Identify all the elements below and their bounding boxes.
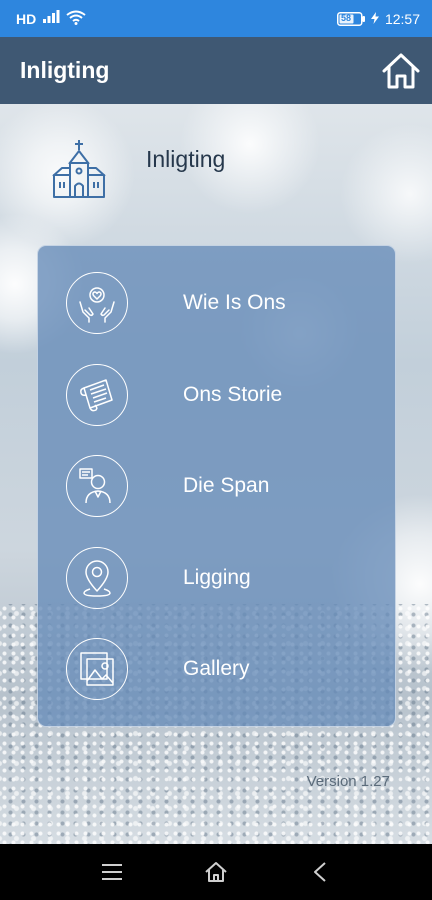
section-title: Inligting	[146, 146, 226, 172]
network-type-label: HD	[16, 10, 37, 27]
section-header: Inligting	[50, 138, 225, 205]
system-home-button[interactable]	[196, 852, 236, 892]
status-right: 58 12:57	[336, 10, 420, 27]
menu-item-label: Ligging	[183, 566, 251, 589]
menu-item-gallery[interactable]: Gallery	[38, 629, 395, 709]
hands-heart-icon	[66, 272, 128, 334]
menu-item-label: Gallery	[183, 657, 250, 680]
status-left: HD	[16, 10, 86, 28]
menu-item-wie-is-ons[interactable]: Wie Is Ons	[38, 263, 395, 343]
menu-item-label: Ons Storie	[183, 383, 283, 406]
clock: 12:57	[384, 10, 420, 27]
home-button[interactable]	[378, 48, 424, 94]
system-home-icon	[205, 862, 227, 882]
navigation-bar	[0, 844, 432, 900]
menu-item-ons-storie[interactable]: Ons Storie	[38, 355, 395, 435]
battery-icon: 58	[336, 11, 365, 26]
church-icon	[50, 138, 108, 205]
wifi-icon	[66, 10, 86, 28]
back-button[interactable]	[300, 852, 340, 892]
app-title: Inligting	[20, 57, 110, 83]
app-bar: Inligting	[0, 37, 432, 104]
menu-item-label: Wie Is Ons	[183, 291, 286, 314]
gallery-icon	[66, 638, 128, 700]
menu-card: Wie Is Ons Ons Storie Die Span Ligging G…	[37, 245, 396, 727]
recent-apps-button[interactable]	[92, 852, 132, 892]
scroll-icon	[66, 364, 128, 426]
back-arrow-icon	[314, 862, 326, 882]
menu-item-die-span[interactable]: Die Span	[38, 446, 395, 526]
screen: HD 58 12:57 Inligting Inligting Wie Is O…	[0, 0, 432, 900]
version-label: Version 1.27	[306, 773, 390, 790]
menu-lines-icon	[102, 864, 122, 880]
team-member-icon	[66, 455, 128, 517]
signal-icon	[42, 10, 60, 27]
battery-level: 58	[340, 12, 351, 23]
menu-item-label: Die Span	[183, 474, 270, 497]
charging-icon	[370, 11, 379, 27]
home-icon	[382, 53, 420, 88]
location-pin-icon	[66, 547, 128, 609]
status-bar: HD 58 12:57	[0, 0, 432, 37]
menu-item-ligging[interactable]: Ligging	[38, 538, 395, 618]
